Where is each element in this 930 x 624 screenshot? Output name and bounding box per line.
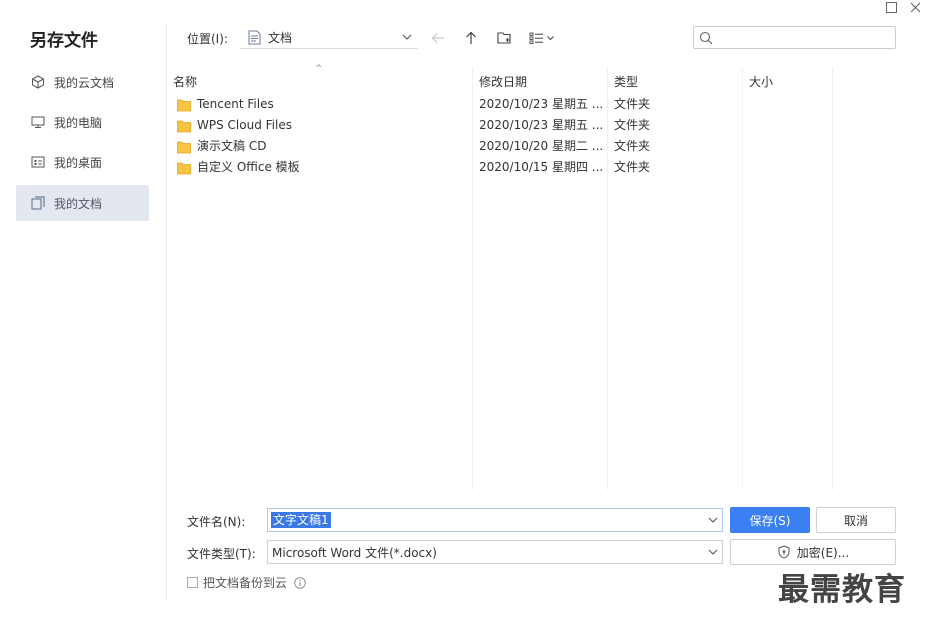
column-header-size[interactable]: 大小 bbox=[749, 73, 773, 90]
sidebar-item-my-desktop[interactable]: 我的桌面 bbox=[16, 144, 149, 180]
folder-icon bbox=[177, 98, 191, 111]
file-name: 演示文稿 CD bbox=[197, 139, 267, 153]
cloud-cube-icon bbox=[30, 74, 46, 90]
backup-checkbox[interactable] bbox=[187, 577, 198, 588]
file-date: 2020/10/20 星期二 ... bbox=[479, 139, 604, 153]
new-folder-icon bbox=[496, 32, 511, 44]
file-type: 文件夹 bbox=[614, 118, 651, 132]
sidebar-item-my-computer[interactable]: 我的电脑 bbox=[16, 104, 149, 140]
column-header-date[interactable]: 修改日期 bbox=[479, 73, 527, 90]
back-button[interactable] bbox=[428, 28, 448, 48]
document-icon bbox=[246, 29, 262, 45]
watermark-logo: 最需教育 bbox=[778, 572, 906, 608]
file-name: 自定义 Office 模板 bbox=[197, 160, 300, 174]
shield-icon bbox=[777, 545, 791, 559]
table-row[interactable]: 演示文稿 CD 2020/10/20 星期二 ... 文件夹 bbox=[172, 135, 672, 156]
new-folder-button[interactable] bbox=[494, 28, 514, 48]
list-view-icon bbox=[529, 32, 554, 44]
location-dropdown[interactable]: 文档 bbox=[240, 26, 418, 49]
file-date: 2020/10/23 星期五 ... bbox=[479, 118, 604, 132]
file-name: WPS Cloud Files bbox=[197, 117, 292, 132]
file-name: Tencent Files bbox=[197, 96, 274, 111]
sort-ascending-icon: ^ bbox=[315, 64, 323, 74]
cancel-button[interactable]: 取消 bbox=[816, 507, 896, 533]
table-row[interactable]: 自定义 Office 模板 2020/10/15 星期四 ... 文件夹 bbox=[172, 156, 672, 177]
filename-value: 文字文稿1 bbox=[271, 512, 331, 528]
sidebar-divider bbox=[166, 24, 167, 600]
sidebar: 另存文件 我的云文档 我的电脑 我的桌面 我的文档 bbox=[0, 0, 165, 624]
filename-label: 文件名(N): bbox=[187, 515, 246, 529]
file-type: 文件夹 bbox=[614, 160, 651, 174]
window-controls bbox=[884, 0, 922, 14]
arrow-left-icon bbox=[431, 33, 444, 43]
sidebar-item-label: 我的桌面 bbox=[54, 155, 103, 170]
filetype-value: Microsoft Word 文件(*.docx) bbox=[272, 545, 437, 560]
monitor-icon bbox=[30, 114, 46, 130]
search-input[interactable] bbox=[693, 26, 896, 49]
filetype-label: 文件类型(T): bbox=[187, 547, 256, 561]
table-row[interactable]: Tencent Files 2020/10/23 星期五 ... 文件夹 bbox=[172, 93, 672, 114]
column-header-name[interactable]: 名称 bbox=[173, 73, 197, 90]
column-header-type[interactable]: 类型 bbox=[614, 73, 638, 90]
sidebar-item-label: 我的电脑 bbox=[54, 115, 103, 130]
folder-icon bbox=[177, 119, 191, 132]
info-icon[interactable] bbox=[293, 576, 306, 589]
backup-label: 把文档备份到云 bbox=[203, 576, 288, 590]
save-button[interactable]: 保存(S) bbox=[730, 507, 810, 533]
location-label: 位置(I): bbox=[187, 32, 228, 46]
location-value: 文档 bbox=[268, 30, 293, 45]
chevron-down-icon bbox=[400, 34, 414, 40]
filetype-dropdown[interactable]: Microsoft Word 文件(*.docx) bbox=[267, 540, 723, 564]
column-divider[interactable] bbox=[742, 68, 743, 490]
maximize-icon[interactable] bbox=[884, 0, 898, 14]
encrypt-button[interactable]: 加密(E)... bbox=[730, 539, 896, 565]
sidebar-item-cloud-docs[interactable]: 我的云文档 bbox=[16, 64, 149, 100]
up-button[interactable] bbox=[461, 28, 481, 48]
folder-icon bbox=[177, 140, 191, 153]
table-row[interactable]: WPS Cloud Files 2020/10/23 星期五 ... 文件夹 bbox=[172, 114, 672, 135]
close-icon[interactable] bbox=[908, 0, 922, 14]
filename-field[interactable]: 文字文稿1 bbox=[267, 508, 723, 532]
sidebar-item-my-documents[interactable]: 我的文档 bbox=[16, 185, 149, 221]
encrypt-label: 加密(E)... bbox=[796, 545, 850, 560]
arrow-up-icon bbox=[466, 31, 476, 44]
folder-doc-icon bbox=[30, 195, 46, 211]
folder-icon bbox=[177, 161, 191, 174]
chevron-down-icon[interactable] bbox=[708, 509, 718, 531]
chevron-down-icon bbox=[708, 541, 718, 563]
dialog-title: 另存文件 bbox=[30, 31, 98, 51]
view-mode-button[interactable] bbox=[528, 28, 558, 48]
file-date: 2020/10/23 星期五 ... bbox=[479, 97, 604, 111]
file-date: 2020/10/15 星期四 ... bbox=[479, 160, 604, 174]
file-type: 文件夹 bbox=[614, 97, 651, 111]
sidebar-item-label: 我的云文档 bbox=[54, 75, 115, 90]
file-type: 文件夹 bbox=[614, 139, 651, 153]
sidebar-item-label: 我的文档 bbox=[54, 196, 103, 211]
column-divider[interactable] bbox=[832, 68, 833, 490]
search-icon bbox=[699, 31, 713, 44]
desktop-icon bbox=[30, 154, 46, 170]
backup-option[interactable]: 把文档备份到云 bbox=[187, 574, 306, 591]
